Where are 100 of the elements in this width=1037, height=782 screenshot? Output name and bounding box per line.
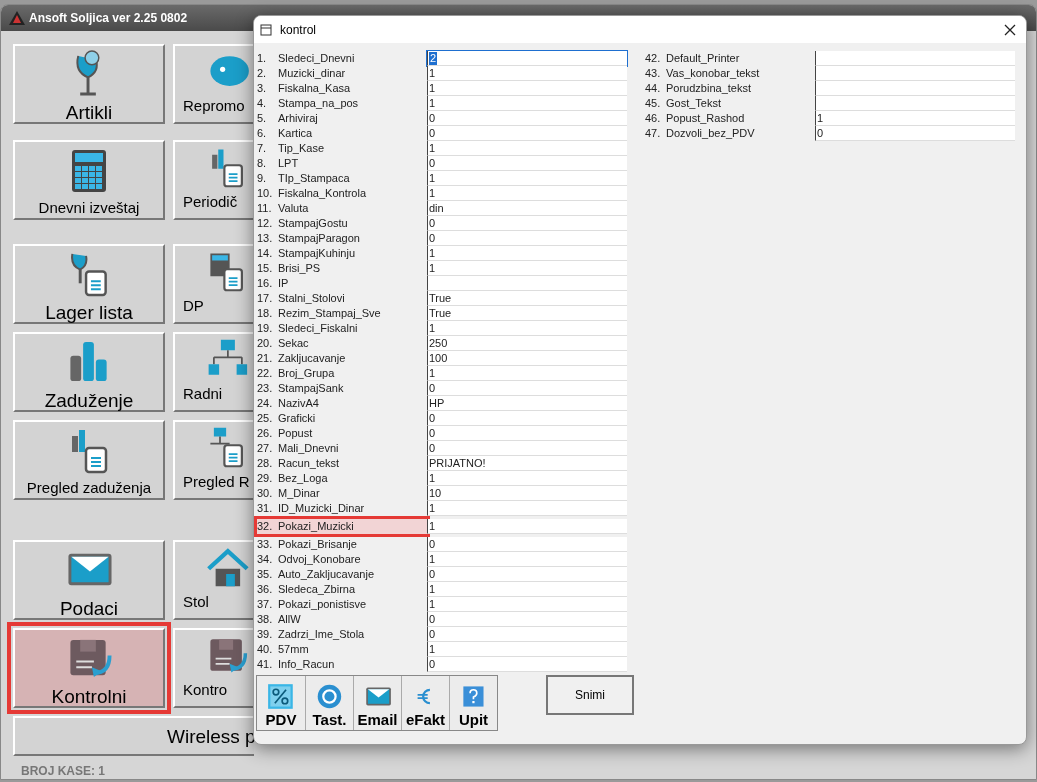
input-field[interactable]: 0 [427, 111, 627, 126]
parameter-name: StampajSank [278, 381, 345, 397]
parameter-name: AllW [278, 612, 302, 628]
parameter-name: Gost_Tekst [666, 96, 723, 112]
toolbar-button[interactable]: Upit [449, 676, 497, 730]
input-field[interactable]: 1 [427, 171, 627, 186]
menu-button[interactable]: Repromo [173, 44, 254, 124]
toolbar-button[interactable]: Tast. [305, 676, 353, 730]
input-field[interactable]: 0 [427, 216, 627, 231]
input-field[interactable]: 10 [427, 486, 627, 501]
menu-button[interactable]: DP [173, 244, 254, 324]
parameter-number: 39. [257, 627, 274, 643]
input-field[interactable]: 1 [427, 261, 627, 276]
input-field[interactable]: 0 [427, 627, 627, 642]
parameter-number: 18. [257, 306, 274, 322]
parameter-number: 31. [257, 501, 274, 517]
window-title: Ansoft Soljica ver 2.25 0802 [29, 10, 188, 27]
parameter-name: Auto_Zakljucavanje [278, 567, 375, 583]
input-field[interactable] [815, 81, 1015, 96]
parameter-number: 7. [257, 141, 268, 157]
menu-button[interactable]: Stol [173, 540, 254, 620]
input-field[interactable]: 1 [427, 552, 627, 567]
input-field[interactable]: 1 [427, 186, 627, 201]
input-field[interactable]: 1 [427, 246, 627, 261]
input-field[interactable]: 1 [427, 366, 627, 381]
parameter-name: Info_Racun [278, 657, 336, 673]
input-field[interactable]: 0 [427, 231, 627, 246]
input-field[interactable]: 0 [427, 441, 627, 456]
menu-button[interactable]: Podaci [13, 540, 165, 620]
input-field[interactable]: 1 [427, 66, 627, 81]
toolbar-button[interactable]: PDV [257, 676, 305, 730]
parameter-number: 42. [645, 51, 662, 67]
parameter-name: Racun_tekst [278, 456, 341, 472]
input-field[interactable]: din [427, 201, 627, 216]
menu-button[interactable]: Radni [173, 332, 254, 412]
input-field[interactable]: 100 [427, 351, 627, 366]
menu-button[interactable]: Pregled R [173, 420, 254, 500]
parameter-name: Vas_konobar_tekst [666, 66, 761, 82]
parameter-number: 33. [257, 537, 274, 553]
menu-button[interactable]: Kontro [173, 628, 254, 708]
input-field[interactable]: 0 [427, 426, 627, 441]
input-field[interactable]: 1 [427, 501, 627, 516]
toolbar-button[interactable]: Email [353, 676, 401, 730]
input-field[interactable] [815, 96, 1015, 111]
parameter-number: 26. [257, 426, 274, 442]
input-field[interactable]: HP [427, 396, 627, 411]
toolbar-button[interactable]: eFakt [401, 676, 449, 730]
parameter-name: Kartica [278, 126, 314, 142]
input-field[interactable]: 1 [427, 582, 627, 597]
parameter-number: 21. [257, 351, 274, 367]
parameter-name: Dozvoli_bez_PDV [666, 126, 756, 142]
input-field[interactable]: 1 [427, 81, 627, 96]
input-field[interactable]: 0 [427, 411, 627, 426]
input-field[interactable]: 1 [427, 597, 627, 612]
menu-button[interactable]: Lager lista [13, 244, 165, 324]
menu-button[interactable]: Pregled zaduženja [13, 420, 165, 500]
parameter-number: 38. [257, 612, 274, 628]
input-field[interactable] [427, 276, 627, 291]
menu-button[interactable]: Artikli [13, 44, 165, 124]
close-icon[interactable] [1004, 23, 1016, 36]
parameter-name: IP [278, 276, 290, 292]
input-field[interactable]: 1 [427, 321, 627, 336]
input-field[interactable]: 1 [427, 141, 627, 156]
parameter-number: 40. [257, 642, 274, 658]
parameter-number: 3. [257, 81, 268, 97]
input-field[interactable] [815, 51, 1015, 66]
parameter-number: 46. [645, 111, 662, 127]
input-field[interactable]: 0 [815, 126, 1015, 141]
menu-button[interactable]: Periodič [173, 140, 254, 220]
input-field[interactable]: 1 [427, 642, 627, 657]
input-field[interactable]: 1 [427, 96, 627, 111]
input-field[interactable]: 1 [427, 519, 627, 534]
input-field[interactable]: 1 [815, 111, 1015, 126]
parameter-name: TIp_Stampaca [278, 171, 351, 187]
input-field[interactable]: 2 [427, 51, 627, 66]
input-field[interactable]: True [427, 291, 627, 306]
input-field[interactable]: 0 [427, 126, 627, 141]
input-field[interactable]: PRIJATNO! [427, 456, 627, 471]
parameter-name: Pokazi_ponistisve [278, 597, 368, 613]
menu-button[interactable]: Dnevni izveštaj [13, 140, 165, 220]
input-field[interactable]: 0 [427, 537, 627, 552]
save-button[interactable]: Snimi [546, 675, 634, 715]
input-field[interactable]: 0 [427, 381, 627, 396]
parameter-name: M_Dinar [278, 486, 321, 502]
menu-button[interactable]: Zaduženje [13, 332, 165, 412]
parameter-number: 16. [257, 276, 274, 292]
input-field[interactable]: 0 [427, 156, 627, 171]
input-field[interactable]: 0 [427, 612, 627, 627]
parameter-name: Sledeca_Zbirna [278, 582, 357, 598]
input-field[interactable]: 1 [427, 471, 627, 486]
parameter-name: Pokazi_Muzicki [278, 519, 355, 535]
parameter-number: 4. [257, 96, 268, 112]
input-field[interactable]: 0 [427, 657, 627, 672]
parameter-number: 25. [257, 411, 274, 427]
input-field[interactable]: True [427, 306, 627, 321]
input-field[interactable]: 0 [427, 567, 627, 582]
parameter-name: Sledeci_Fiskalni [278, 321, 359, 337]
parameter-number: 10. [257, 186, 274, 202]
input-field[interactable]: 250 [427, 336, 627, 351]
input-field[interactable] [815, 66, 1015, 81]
